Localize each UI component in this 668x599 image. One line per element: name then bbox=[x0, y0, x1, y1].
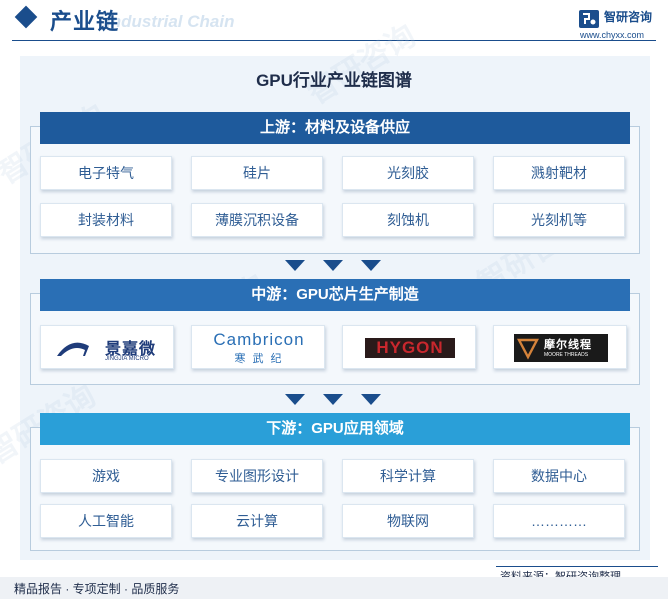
downstream-item: 人工智能 bbox=[40, 504, 172, 538]
moore-logo-icon bbox=[517, 338, 539, 360]
hygon-name: HYGON bbox=[365, 338, 455, 358]
upstream-label: 上游：材料及设备供应 bbox=[40, 112, 630, 144]
diagram-title: GPU行业产业链图谱 bbox=[256, 71, 412, 90]
footer-divider bbox=[496, 566, 658, 567]
header-diamond-icon bbox=[14, 5, 38, 29]
down-arrow-icon bbox=[285, 260, 305, 271]
brand-url: www.chyxx.com bbox=[580, 30, 645, 40]
upstream-item: 刻蚀机 bbox=[342, 203, 474, 237]
moore-name-en: MOORE THREADS bbox=[544, 352, 589, 358]
header-divider bbox=[12, 40, 656, 41]
upstream-item: 电子特气 bbox=[40, 156, 172, 190]
down-arrow-icon bbox=[361, 394, 381, 405]
company-logo-jingjia: 景嘉微 JINGJIA MICRO bbox=[40, 325, 174, 369]
page-title: 产业链 bbox=[50, 9, 120, 34]
midstream-label: 中游：GPU芯片生产制造 bbox=[40, 279, 630, 311]
company-logo-cambricon: Cambricon 寒 武 纪 bbox=[191, 325, 325, 369]
moore-name-cn: 摩尔线程 bbox=[544, 339, 592, 351]
downstream-item: 数据中心 bbox=[493, 459, 625, 493]
downstream-item: 专业图形设计 bbox=[191, 459, 323, 493]
jingjia-name-en: JINGJIA MICRO bbox=[105, 356, 149, 362]
upstream-item: 薄膜沉积设备 bbox=[191, 203, 323, 237]
cambricon-name-cn: 寒 武 纪 bbox=[234, 353, 284, 365]
brand-name: 智研咨询 bbox=[604, 10, 653, 24]
upstream-item: 光刻机等 bbox=[493, 203, 625, 237]
upstream-item: 硅片 bbox=[191, 156, 323, 190]
upstream-item: 光刻胶 bbox=[342, 156, 474, 190]
downstream-item: 云计算 bbox=[191, 504, 323, 538]
down-arrow-icon bbox=[361, 260, 381, 271]
upstream-item: 封装材料 bbox=[40, 203, 172, 237]
downstream-item: ………… bbox=[493, 504, 625, 538]
company-logo-hygon: HYGON bbox=[342, 325, 476, 369]
down-arrow-icon bbox=[323, 260, 343, 271]
cambricon-name: Cambricon bbox=[213, 330, 305, 349]
footer-slogan: 精品报告 · 专项定制 · 品质服务 bbox=[14, 582, 180, 596]
upstream-item: 溅射靶材 bbox=[493, 156, 625, 190]
downstream-item: 科学计算 bbox=[342, 459, 474, 493]
downstream-item: 物联网 bbox=[342, 504, 474, 538]
down-arrow-icon bbox=[285, 394, 305, 405]
downstream-label: 下游：GPU应用领域 bbox=[40, 413, 630, 445]
header-title-en: Industrial Chain bbox=[106, 12, 235, 31]
down-arrow-icon bbox=[323, 394, 343, 405]
company-logo-moore-threads: 摩尔线程 MOORE THREADS bbox=[493, 325, 627, 369]
downstream-item: 游戏 bbox=[40, 459, 172, 493]
brand-logo-icon bbox=[579, 10, 599, 28]
